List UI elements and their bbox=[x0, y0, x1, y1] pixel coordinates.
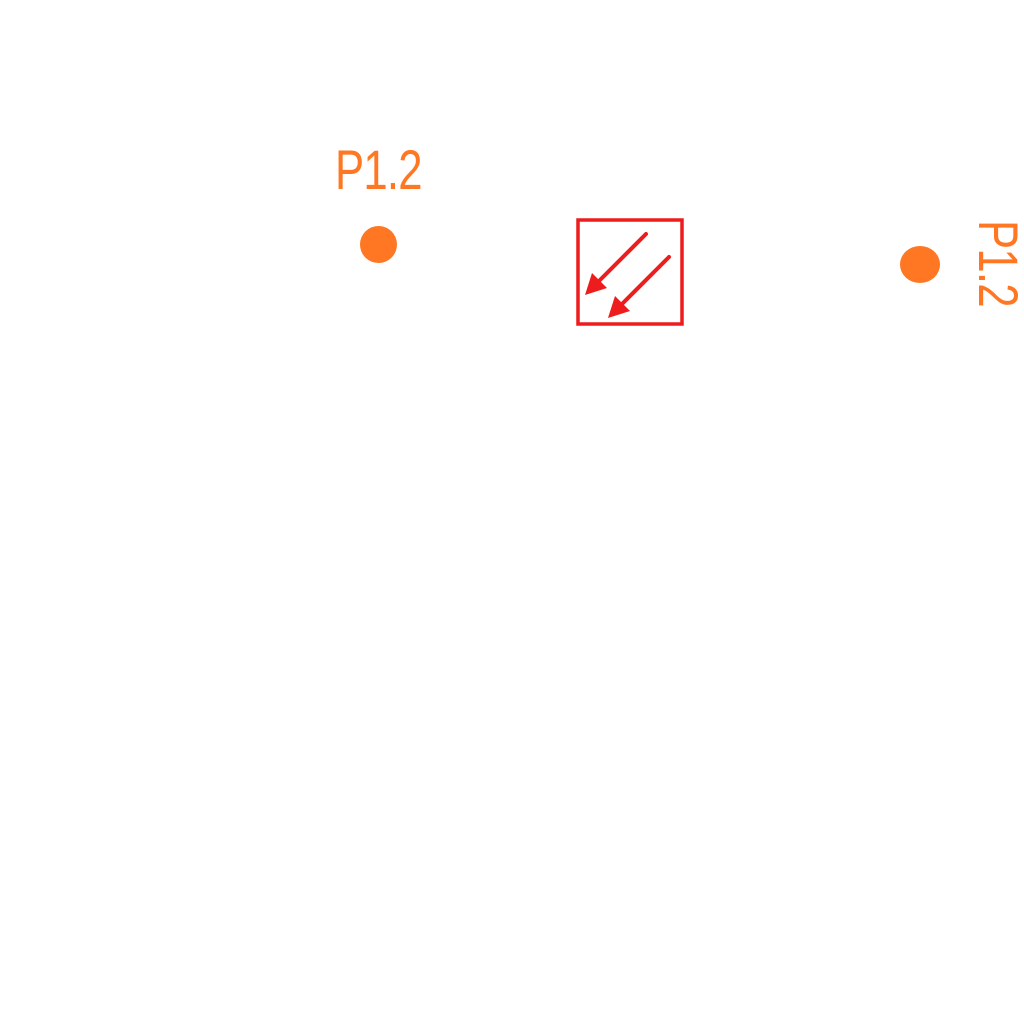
pin-dot-right[interactable] bbox=[900, 246, 940, 283]
arrow-lower-shaft bbox=[617, 255, 671, 309]
pin-dot-left[interactable] bbox=[360, 226, 397, 263]
pin-label-right: P1.2 bbox=[967, 220, 1024, 307]
schematic-canvas: P1.2 P1.2 bbox=[0, 0, 1024, 1024]
symbol-frame bbox=[576, 218, 684, 326]
pin-label-left: P1.2 bbox=[335, 138, 423, 201]
arrow-upper-shaft bbox=[594, 232, 648, 286]
double-diagonal-arrows-icon[interactable] bbox=[574, 216, 686, 328]
